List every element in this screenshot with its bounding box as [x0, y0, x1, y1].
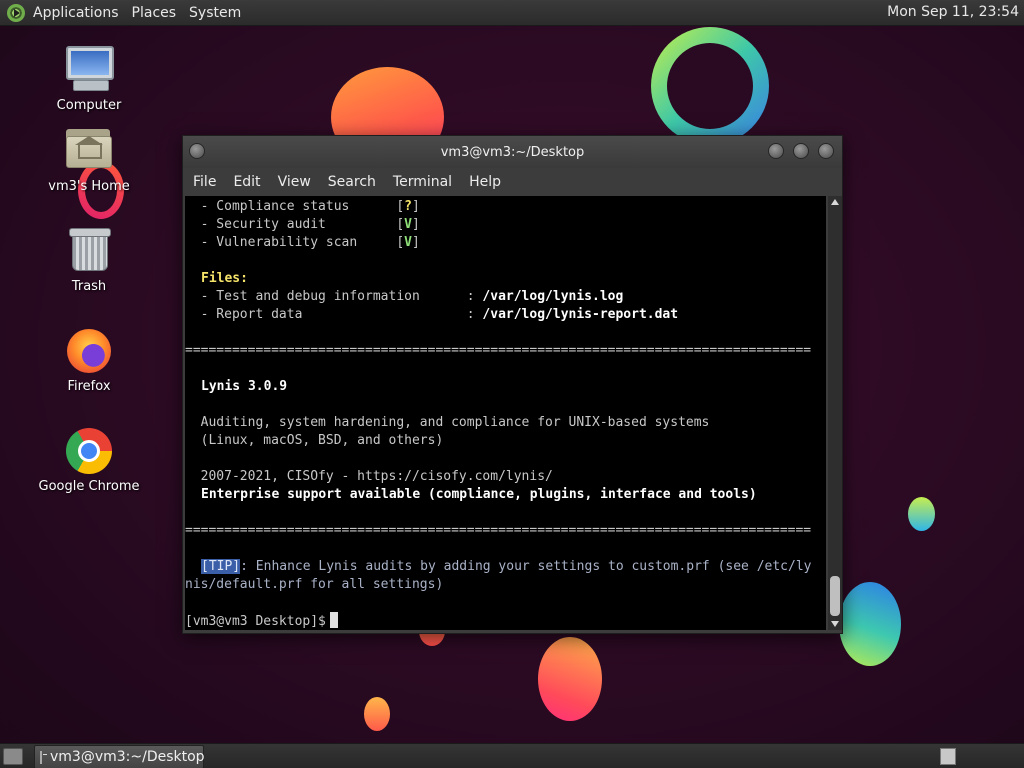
- description-line: (Linux, macOS, BSD, and others): [185, 433, 444, 448]
- desktop-icon-computer[interactable]: Computer: [24, 44, 154, 114]
- clock[interactable]: Mon Sep 11, 23:54: [887, 4, 1019, 20]
- bottom-panel: vm3@vm3:~/Desktop: [0, 743, 1024, 768]
- menu-search[interactable]: Search: [328, 174, 376, 190]
- maximize-button[interactable]: [793, 143, 809, 159]
- separator-line: ========================================…: [185, 523, 812, 538]
- desktop-icon-label: Google Chrome: [38, 479, 140, 494]
- show-desktop-icon[interactable]: [3, 748, 23, 765]
- scroll-up-arrow-icon[interactable]: [831, 199, 839, 205]
- menu-applications[interactable]: Applications: [33, 5, 119, 21]
- desktop-icon-label: Firefox: [67, 379, 111, 394]
- menu-view[interactable]: View: [278, 174, 311, 190]
- firefox-icon: [63, 325, 115, 377]
- wallpaper-shape: [908, 497, 935, 531]
- files-heading: Files:: [201, 271, 248, 286]
- tip-tag: [TIP]: [201, 559, 241, 574]
- minimize-button[interactable]: [768, 143, 784, 159]
- text-cursor: [329, 612, 338, 628]
- wallpaper-shape: [839, 582, 901, 666]
- desktop-icon-label: Computer: [56, 98, 122, 113]
- support-line: Enterprise support available (compliance…: [201, 487, 757, 502]
- menu-edit[interactable]: Edit: [233, 174, 260, 190]
- trash-icon: [63, 225, 115, 277]
- file-line: - Report data : /var/log/lynis-report.da…: [185, 307, 679, 322]
- terminal-window[interactable]: vm3@vm3:~/Desktop File Edit View Search …: [182, 135, 843, 634]
- menu-help[interactable]: Help: [469, 174, 501, 190]
- workspace-switcher[interactable]: [940, 748, 956, 765]
- terminal-icon: [40, 750, 47, 764]
- terminal-scrollbar[interactable]: [828, 196, 842, 630]
- menu-terminal[interactable]: Terminal: [393, 174, 452, 190]
- wallpaper-shape: [538, 637, 602, 721]
- desktop-icon-trash[interactable]: Trash: [24, 225, 154, 295]
- window-menubar: File Edit View Search Terminal Help: [183, 168, 842, 196]
- mint-logo-icon[interactable]: [7, 3, 25, 22]
- home-folder-icon: [63, 125, 115, 177]
- scroll-thumb[interactable]: [830, 576, 840, 616]
- copyright-line: 2007-2021, CISOfy - https://cisofy.com/l…: [185, 469, 553, 484]
- separator-line: ========================================…: [185, 343, 812, 358]
- window-menu-button[interactable]: [189, 143, 205, 159]
- window-titlebar[interactable]: vm3@vm3:~/Desktop: [183, 136, 842, 168]
- menu-places[interactable]: Places: [132, 5, 177, 21]
- shell-prompt[interactable]: [vm3@vm3 Desktop]$: [185, 612, 338, 630]
- status-line: - Compliance status [?]: [185, 199, 420, 214]
- wallpaper-ring: [651, 27, 769, 145]
- top-panel: Applications Places System Mon Sep 11, 2…: [0, 0, 1024, 26]
- menu-file[interactable]: File: [193, 174, 216, 190]
- tip-line: [TIP]: Enhance Lynis audits by adding yo…: [201, 559, 812, 574]
- close-button[interactable]: [818, 143, 834, 159]
- taskbar-item-terminal[interactable]: vm3@vm3:~/Desktop: [34, 745, 205, 768]
- description-line: Auditing, system hardening, and complian…: [185, 415, 710, 430]
- chrome-icon: [63, 425, 115, 477]
- tip-line: nis/default.prf for all settings): [185, 577, 444, 592]
- file-line: - Test and debug information : /var/log/…: [185, 289, 624, 304]
- wallpaper-shape: [364, 697, 390, 731]
- desktop-icon-label: vm3's Home: [48, 179, 130, 194]
- terminal-output[interactable]: - Compliance status [?] - Security audit…: [185, 196, 826, 630]
- product-version: Lynis 3.0.9: [201, 379, 288, 394]
- desktop-icon-home[interactable]: vm3's Home: [24, 125, 154, 195]
- menu-system[interactable]: System: [189, 5, 241, 21]
- status-line: - Security audit [V]: [185, 217, 420, 232]
- taskbar-item-label: vm3@vm3:~/Desktop: [50, 749, 205, 765]
- window-title: vm3@vm3:~/Desktop: [440, 144, 585, 160]
- desktop-icon-firefox[interactable]: Firefox: [24, 325, 154, 395]
- scroll-down-arrow-icon[interactable]: [831, 621, 839, 627]
- desktop-icon-label: Trash: [71, 279, 107, 294]
- computer-icon: [63, 44, 115, 96]
- status-line: - Vulnerability scan [V]: [185, 235, 420, 250]
- desktop-icon-chrome[interactable]: Google Chrome: [24, 425, 154, 495]
